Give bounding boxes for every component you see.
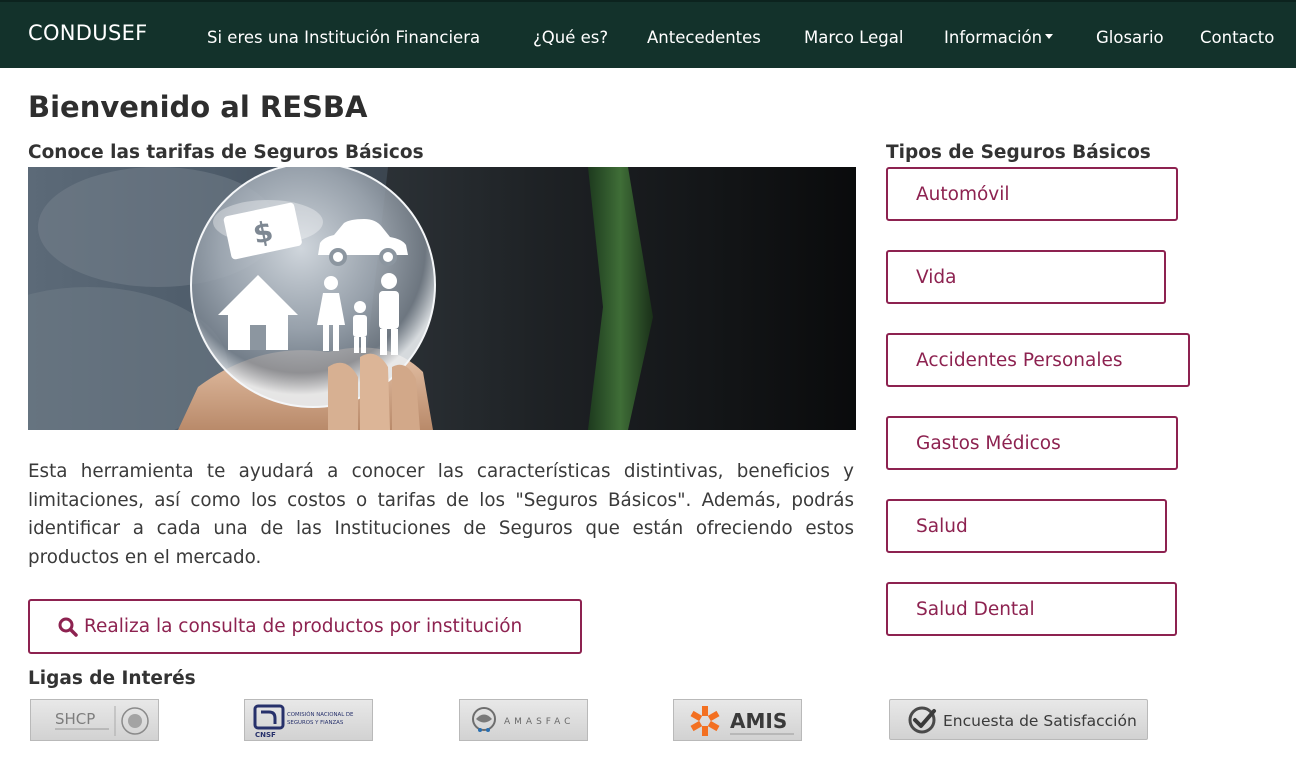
consult-products-button[interactable]: Realiza la consulta de productos por ins… — [28, 599, 582, 654]
amis-logo-text: AMIS — [730, 709, 787, 733]
amis-logo-link[interactable]: AMIS — [673, 699, 802, 741]
nav-item-antecedentes[interactable]: Antecedentes — [647, 28, 761, 47]
shcp-logo-text: SHCP — [55, 710, 95, 728]
survey-banner-text: Encuesta de Satisfacción — [943, 712, 1137, 730]
nav-item-marco-legal[interactable]: Marco Legal — [804, 28, 903, 47]
shcp-logo-link[interactable]: SHCP — [30, 699, 159, 741]
insurance-salud-button[interactable]: Salud — [886, 499, 1167, 553]
brand-logo[interactable]: CONDUSEF — [28, 21, 148, 45]
insurance-types-heading: Tipos de Seguros Básicos — [886, 142, 1151, 163]
insurance-bubble-illustration: $ — [28, 167, 856, 430]
insurance-salud-dental-button[interactable]: Salud Dental — [886, 582, 1177, 636]
amasfac-logo: AMASFAC — [472, 707, 574, 732]
nav-item-informacion-label: Información — [944, 28, 1043, 47]
insurance-gastos-medicos-button[interactable]: Gastos Médicos — [886, 416, 1178, 470]
insurance-accidentes-personales-button[interactable]: Accidentes Personales — [886, 333, 1190, 387]
nav-item-institucion-financiera[interactable]: Si eres una Institución Financiera — [207, 28, 480, 47]
cnsf-logo-subtitle: COMISIÓN NACIONAL DE SEGUROS Y FIANZAS — [287, 712, 354, 726]
nav-item-glosario[interactable]: Glosario — [1096, 28, 1164, 47]
top-navbar: CONDUSEF Si eres una Institución Financi… — [0, 0, 1296, 68]
links-heading: Ligas de Interés — [28, 668, 196, 689]
shcp-logo: SHCP — [55, 706, 149, 736]
caret-down-icon — [1045, 34, 1054, 39]
amasfac-logo-link[interactable]: AMASFAC — [459, 699, 588, 741]
hero-image: $ — [28, 167, 856, 430]
nav-item-que-es[interactable]: ¿Qué es? — [533, 28, 608, 47]
satisfaction-survey-banner: Encuesta de Satisfacción — [908, 706, 1137, 734]
intro-paragraph: Esta herramienta te ayudará a conocer la… — [28, 461, 854, 568]
amasfac-logo-text: AMASFAC — [504, 717, 574, 727]
checkmark-icon — [913, 709, 936, 728]
search-icon — [58, 617, 78, 637]
cnsf-logo-link[interactable]: CNSF COMISIÓN NACIONAL DE SEGUROS Y FIAN… — [244, 699, 373, 741]
nav-item-informacion[interactable]: Información — [944, 28, 1054, 47]
page-title: Bienvenido al RESBA — [28, 90, 368, 124]
insurance-vida-button[interactable]: Vida — [886, 250, 1166, 304]
nav-item-contacto[interactable]: Contacto — [1200, 28, 1274, 47]
amis-logo: AMIS — [690, 706, 794, 736]
insurance-automovil-button[interactable]: Automóvil — [886, 167, 1178, 221]
rates-heading: Conoce las tarifas de Seguros Básicos — [28, 142, 424, 163]
satisfaction-survey-link[interactable]: Encuesta de Satisfacción — [889, 699, 1148, 740]
cnsf-logo: CNSF COMISIÓN NACIONAL DE SEGUROS Y FIAN… — [253, 704, 354, 739]
consult-products-label: Realiza la consulta de productos por ins… — [84, 616, 523, 637]
cnsf-logo-text: CNSF — [255, 731, 276, 739]
